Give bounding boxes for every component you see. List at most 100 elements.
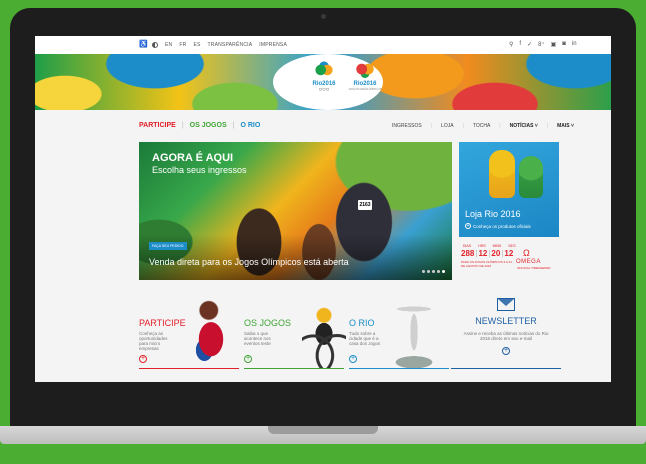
plus-circle-icon[interactable]: + <box>244 355 252 363</box>
mascot-tom-image <box>519 156 543 198</box>
countdown-separator: | <box>501 249 504 258</box>
olympic-rings-icon: ○○○ <box>318 87 330 93</box>
carousel-dot-active[interactable] <box>442 270 445 273</box>
card-newsletter-title: NEWSLETTER <box>475 316 537 326</box>
hero-title: AGORA É AQUI <box>152 152 234 164</box>
carousel-dot[interactable] <box>432 270 435 273</box>
paralympic-emblem-icon <box>354 61 376 79</box>
main-nav-right: INGRESSOS | LOJA | TOCHA | NOTÍCIAS ˅ | … <box>392 123 574 129</box>
card-newsletter-text: Assine e receba as últimas notícias do R… <box>463 331 549 341</box>
nav-mais[interactable]: MAIS ˅ <box>557 123 574 129</box>
nav-divider: | <box>546 123 549 129</box>
card-participe-text: Conheça as oportunidades para micro empr… <box>139 331 168 351</box>
cyclist-image <box>302 306 346 368</box>
nav-participe[interactable]: PARTICIPE <box>139 122 176 129</box>
youtube-icon[interactable]: ▣ <box>551 41 557 48</box>
card-os-jogos-title: OS JOGOS <box>244 318 292 328</box>
countdown-label-mins: MINS <box>492 244 502 248</box>
mascot-vinicius-image <box>489 150 515 198</box>
store-link[interactable]: + Conheça os produtos oficiais <box>465 223 531 229</box>
card-participe[interactable]: PARTICIPE Conheça as oportunidades para … <box>139 288 239 369</box>
nav-divider: | <box>430 123 433 129</box>
store-link-text: Conheça os produtos oficiais <box>473 223 531 229</box>
hero-carousel[interactable]: 2163 AGORA É AQUI Escolha seus ingressos… <box>139 142 452 280</box>
card-os-jogos[interactable]: OS JOGOS Saiba o que acontece nos evento… <box>244 288 346 369</box>
hero-caption[interactable]: Venda direta para os Jogos Olímpicos est… <box>149 257 349 267</box>
card-o-rio-text: Tudo sobre a cidade que é a casa dos Jog… <box>349 331 381 346</box>
hero-cta-badge[interactable]: FAÇA SEU PEDIDO <box>149 242 187 250</box>
nav-os-jogos[interactable]: OS JOGOS <box>190 122 227 129</box>
twitter-icon[interactable]: ✓ <box>527 41 532 48</box>
olympic-emblem-icon <box>313 61 335 79</box>
google-plus-icon[interactable]: 8⁺ <box>538 41 545 48</box>
card-o-rio-title: O RIO <box>349 318 375 328</box>
instagram-icon[interactable]: ◙ <box>562 41 566 48</box>
nav-tocha[interactable]: TOCHA <box>473 123 490 129</box>
nav-ingressos[interactable]: INGRESSOS <box>392 123 422 129</box>
omega-icon: Ω <box>523 248 530 258</box>
card-underline <box>349 368 449 369</box>
link-imprensa[interactable]: IMPRENSA <box>259 42 287 48</box>
nav-divider: | <box>462 123 464 129</box>
countdown-separator: | <box>488 249 491 258</box>
christ-redeemer-image <box>384 296 444 368</box>
countdown-note: PARA OS JOGOS OLÍMPICOS 5 A 21 DE AGOSTO… <box>461 260 512 268</box>
carousel-dot[interactable] <box>422 270 425 273</box>
card-underline <box>451 368 561 369</box>
plus-circle-icon[interactable]: + <box>349 355 357 363</box>
card-newsletter[interactable]: NEWSLETTER Assine e receba as últimas no… <box>451 288 561 369</box>
linkedin-icon[interactable]: in <box>572 41 577 48</box>
countdown-values: 288 | 12 | 20 | 12 <box>461 249 513 258</box>
feature-cards: PARTICIPE Conheça as oportunidades para … <box>35 288 611 378</box>
main-nav: PARTICIPE | OS JOGOS | O RIO INGRESSOS |… <box>35 110 611 140</box>
lang-es[interactable]: ES <box>193 42 200 48</box>
link-transparencia[interactable]: TRANSPARÊNCIA <box>208 42 253 48</box>
countdown-labels: DIAS HRS MINS SEG <box>461 244 518 248</box>
nav-loja[interactable]: LOJA <box>441 123 454 129</box>
countdown-separator: | <box>475 249 478 258</box>
plus-circle-icon[interactable]: + <box>502 347 510 355</box>
nav-o-rio[interactable]: O RIO <box>240 122 260 129</box>
participe-image <box>189 296 233 368</box>
header-banner: Rio2016 ○○○ Rio2016 JOGOS PARALÍMPICOS <box>35 54 611 110</box>
countdown-days: 288 <box>461 249 475 258</box>
countdown-widget: DIAS HRS MINS SEG 288 | 12 | 20 | 12 PAR… <box>459 242 559 280</box>
card-o-rio[interactable]: O RIO Tudo sobre a cidade que é a casa d… <box>349 288 449 369</box>
countdown-label-hours: HRS <box>478 244 486 248</box>
card-underline <box>139 368 239 369</box>
store-title: Loja Rio 2016 <box>465 209 521 219</box>
search-icon[interactable]: ⚲ <box>509 41 513 48</box>
laptop-camera <box>321 14 326 19</box>
athlete-bib: 2163 <box>358 200 372 210</box>
facebook-icon[interactable]: f <box>519 41 521 48</box>
social-links: ⚲ f ✓ 8⁺ ▣ ◙ in <box>509 41 577 48</box>
envelope-icon <box>497 298 515 311</box>
browser-screen: ♿ EN FR ES TRANSPARÊNCIA IMPRENSA ⚲ f ✓ … <box>35 36 611 382</box>
nav-divider: | <box>181 122 184 129</box>
countdown-secs: 12 <box>504 249 514 258</box>
laptop-notch <box>268 426 378 434</box>
accessibility-icon[interactable]: ♿ <box>139 41 148 48</box>
countdown-label-days: DIAS <box>462 244 472 248</box>
plus-circle-icon[interactable]: + <box>139 355 147 363</box>
card-participe-title: PARTICIPE <box>139 318 186 328</box>
contrast-icon[interactable] <box>152 42 158 48</box>
nav-divider: | <box>232 122 235 129</box>
sponsor-omega[interactable]: OMEGA <box>516 259 541 265</box>
store-card[interactable]: Loja Rio 2016 + Conheça os produtos ofic… <box>459 142 559 237</box>
carousel-dot[interactable] <box>437 270 440 273</box>
sponsor-subtitle: OFFICIAL TIMEKEEPER <box>517 266 551 270</box>
olympic-logo[interactable]: Rio2016 ○○○ <box>306 61 342 101</box>
countdown-hours: 12 <box>478 249 488 258</box>
carousel-dot[interactable] <box>427 270 430 273</box>
utility-bar: ♿ EN FR ES TRANSPARÊNCIA IMPRENSA ⚲ f ✓ … <box>35 36 611 54</box>
nav-noticias[interactable]: NOTÍCIAS ˅ <box>510 123 538 129</box>
countdown-mins: 20 <box>491 249 501 258</box>
paralympic-logo[interactable]: Rio2016 JOGOS PARALÍMPICOS <box>347 61 383 101</box>
paralympic-logo-subtext: JOGOS PARALÍMPICOS <box>348 87 382 91</box>
lang-en[interactable]: EN <box>165 42 172 48</box>
lang-fr[interactable]: FR <box>179 42 186 48</box>
nav-divider: | <box>499 123 501 129</box>
carousel-dots <box>422 270 445 273</box>
utility-left: ♿ EN FR ES TRANSPARÊNCIA IMPRENSA <box>139 41 287 48</box>
